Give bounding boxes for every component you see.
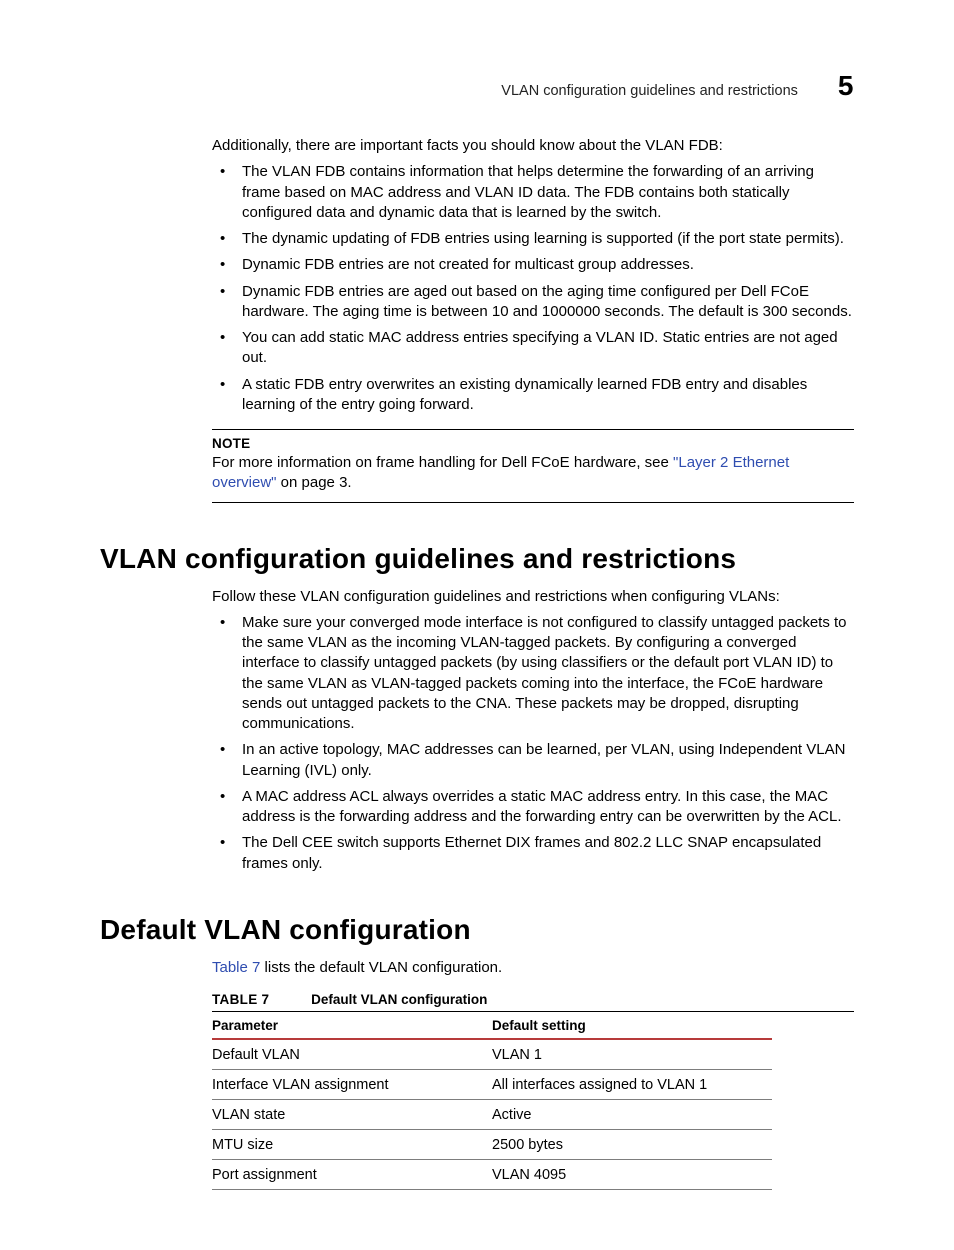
table-row: Port assignmentVLAN 4095 (212, 1160, 772, 1190)
section1-block: Follow these VLAN configuration guidelin… (212, 587, 854, 874)
list-item: The VLAN FDB contains information that h… (242, 162, 854, 223)
intro-paragraph: Additionally, there are important facts … (212, 136, 854, 156)
table-caption-title: Default VLAN configuration (311, 992, 487, 1007)
table-row: MTU size2500 bytes (212, 1130, 772, 1160)
table-row: VLAN stateActive (212, 1100, 772, 1130)
document-page: VLAN configuration guidelines and restri… (0, 0, 954, 1250)
note-box: NOTE For more information on frame handl… (212, 429, 854, 503)
guidelines-bullet-list: Make sure your converged mode interface … (212, 613, 854, 874)
table-cell: Interface VLAN assignment (212, 1070, 492, 1100)
note-text-before: For more information on frame handling f… (212, 454, 673, 471)
list-item: A static FDB entry overwrites an existin… (242, 375, 854, 416)
default-vlan-table: Parameter Default setting Default VLANVL… (212, 1012, 772, 1190)
table-row: Default VLANVLAN 1 (212, 1039, 772, 1070)
list-item: The dynamic updating of FDB entries usin… (242, 229, 854, 249)
table-cell: Port assignment (212, 1160, 492, 1190)
list-item: Dynamic FDB entries are not created for … (242, 255, 854, 275)
fdb-intro-block: Additionally, there are important facts … (212, 136, 854, 503)
note-body: For more information on frame handling f… (212, 453, 854, 494)
section-heading-guidelines: VLAN configuration guidelines and restri… (100, 543, 854, 575)
fdb-bullet-list: The VLAN FDB contains information that h… (212, 162, 854, 415)
table-cell: Active (492, 1100, 772, 1130)
table-cell: VLAN 1 (492, 1039, 772, 1070)
list-item: Dynamic FDB entries are aged out based o… (242, 282, 854, 323)
table-cell: VLAN 4095 (492, 1160, 772, 1190)
table-caption: TABLE 7 Default VLAN configuration (212, 992, 854, 1012)
table-cell: 2500 bytes (492, 1130, 772, 1160)
table-header-parameter: Parameter (212, 1012, 492, 1039)
list-item: In an active topology, MAC addresses can… (242, 740, 854, 781)
running-header: VLAN configuration guidelines and restri… (100, 70, 854, 102)
section2-block: Table 7 lists the default VLAN configura… (212, 958, 854, 1190)
note-label: NOTE (212, 436, 854, 451)
section2-intro: Table 7 lists the default VLAN configura… (212, 958, 854, 978)
table-row: Interface VLAN assignmentAll interfaces … (212, 1070, 772, 1100)
table-cell: All interfaces assigned to VLAN 1 (492, 1070, 772, 1100)
list-item: You can add static MAC address entries s… (242, 328, 854, 369)
note-text-after: on page 3. (277, 474, 352, 491)
table-header-row: Parameter Default setting (212, 1012, 772, 1039)
table-caption-label: TABLE 7 (212, 992, 269, 1007)
section-heading-default-vlan: Default VLAN configuration (100, 914, 854, 946)
list-item: The Dell CEE switch supports Ethernet DI… (242, 833, 854, 874)
table-cell: Default VLAN (212, 1039, 492, 1070)
chapter-number: 5 (838, 70, 854, 102)
table-cell: VLAN state (212, 1100, 492, 1130)
list-item: A MAC address ACL always overrides a sta… (242, 787, 854, 828)
table7-link[interactable]: Table 7 (212, 959, 260, 976)
section2-intro-after: lists the default VLAN configuration. (260, 959, 502, 976)
table-header-default-setting: Default setting (492, 1012, 772, 1039)
running-header-text: VLAN configuration guidelines and restri… (501, 83, 798, 99)
list-item: Make sure your converged mode interface … (242, 613, 854, 735)
table-cell: MTU size (212, 1130, 492, 1160)
section1-intro: Follow these VLAN configuration guidelin… (212, 587, 854, 607)
